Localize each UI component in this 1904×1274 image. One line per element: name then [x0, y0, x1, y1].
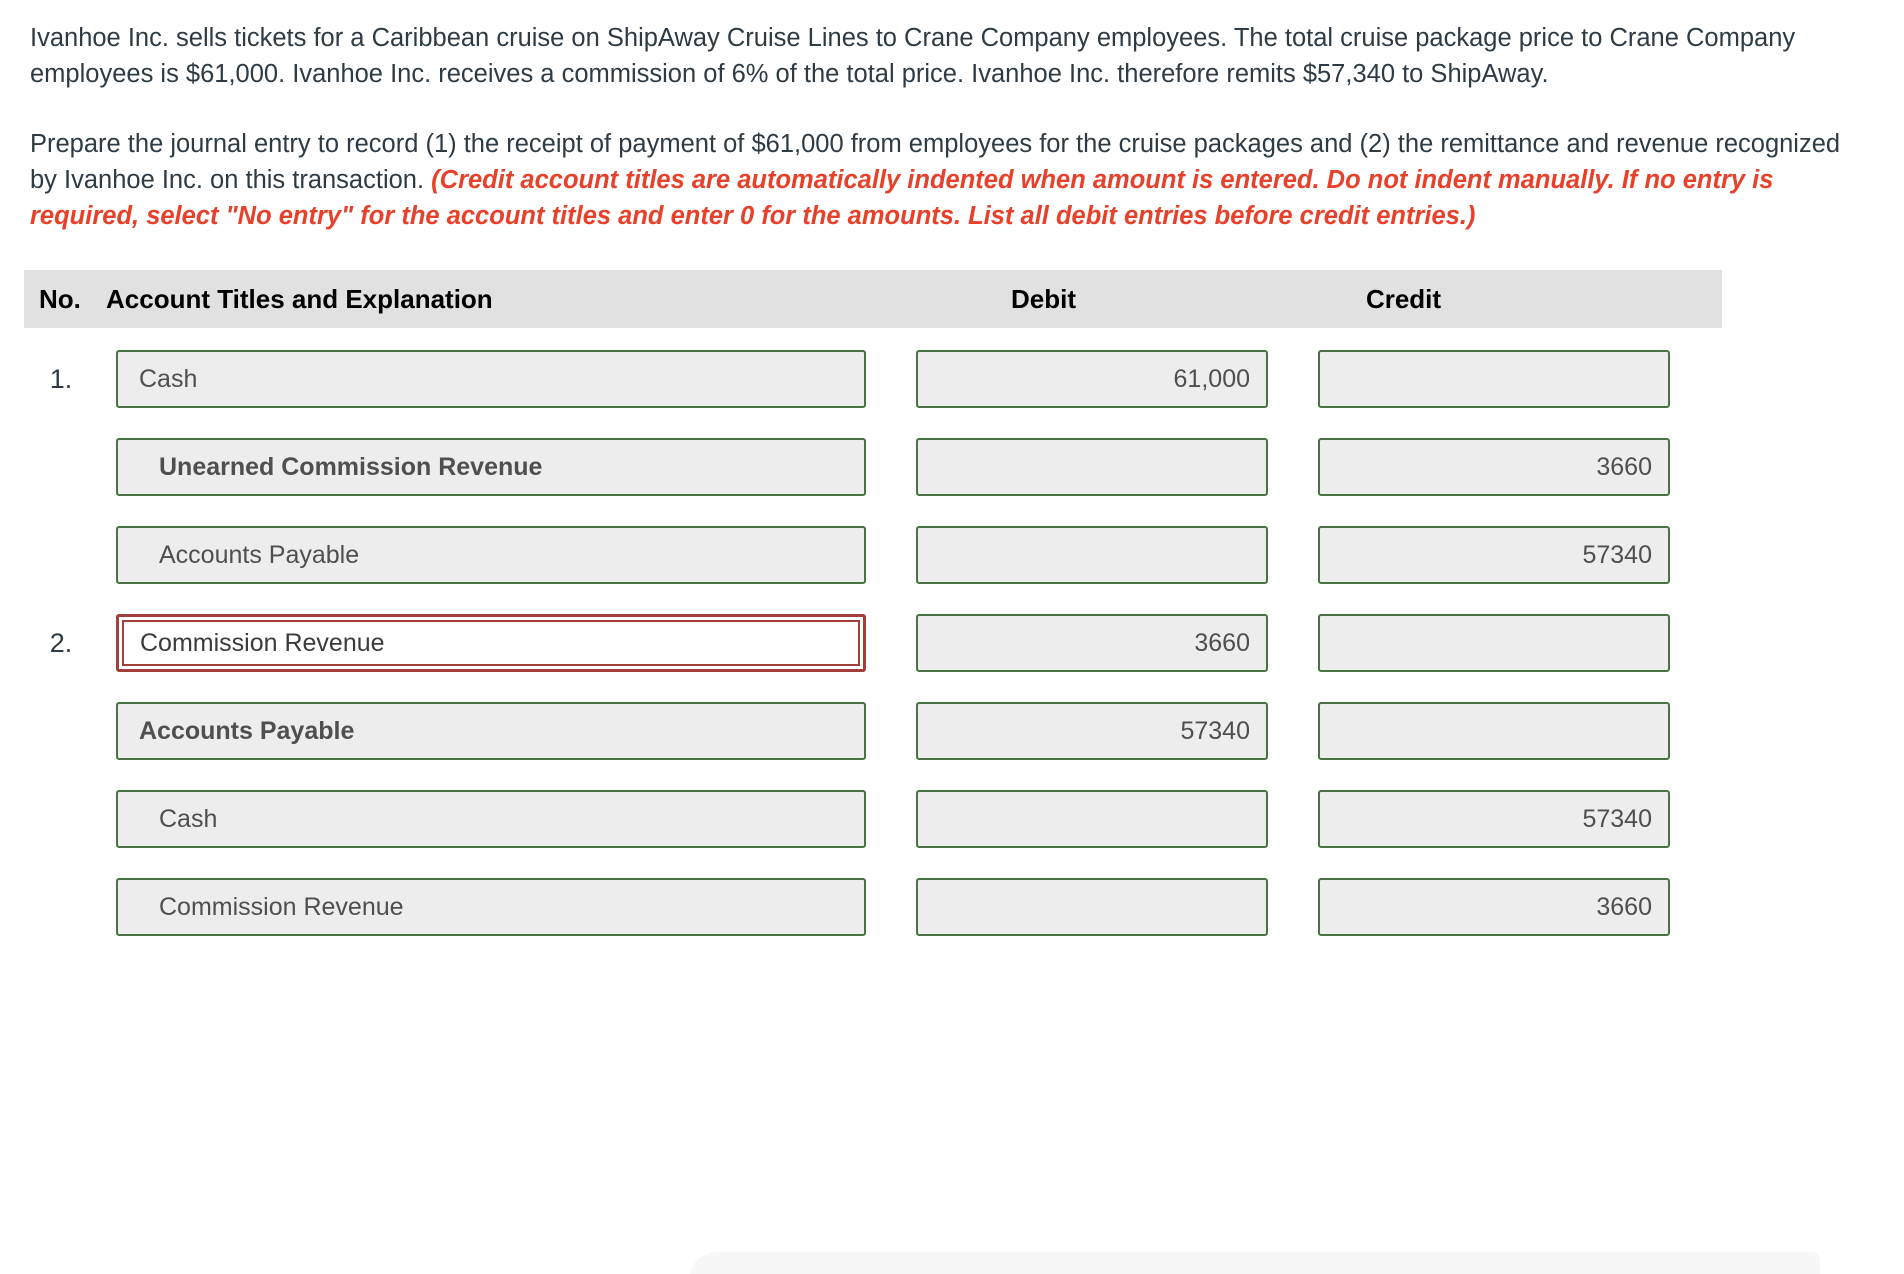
account-title-value: Accounts Payable — [139, 716, 355, 745]
account-title-value: Unearned Commission Revenue — [159, 452, 543, 481]
table-header-row: No. Account Titles and Explanation Debit… — [24, 270, 1722, 328]
bottom-panel-sliver — [690, 1252, 1820, 1274]
journal-entry-table: No. Account Titles and Explanation Debit… — [0, 270, 1904, 936]
credit-input[interactable] — [1318, 702, 1670, 760]
credit-value: 57340 — [1582, 540, 1652, 569]
credit-value: 3660 — [1596, 892, 1652, 921]
column-header-credit: Credit — [1365, 283, 1442, 314]
debit-input[interactable] — [916, 878, 1268, 936]
row-number: 2. — [49, 627, 73, 658]
table-row: 1. Cash 61,000 — [24, 350, 1904, 408]
account-title-select[interactable]: Cash — [116, 350, 866, 408]
credit-input[interactable]: 57340 — [1318, 526, 1670, 584]
account-title-select[interactable]: Unearned Commission Revenue — [116, 438, 866, 496]
account-title-select[interactable]: Accounts Payable — [116, 702, 866, 760]
account-title-value: Commission Revenue — [140, 628, 385, 657]
table-row: Unearned Commission Revenue 3660 — [24, 438, 1904, 496]
table-row: Accounts Payable 57340 — [24, 526, 1904, 584]
debit-input[interactable]: 61,000 — [916, 350, 1268, 408]
credit-input[interactable]: 57340 — [1318, 790, 1670, 848]
debit-input[interactable]: 3660 — [916, 614, 1268, 672]
account-title-value: Accounts Payable — [159, 540, 360, 569]
credit-input[interactable]: 3660 — [1318, 878, 1670, 936]
credit-input[interactable] — [1318, 614, 1670, 672]
table-row: Cash 57340 — [24, 790, 1904, 848]
problem-statement: Ivanhoe Inc. sells tickets for a Caribbe… — [0, 0, 1904, 234]
problem-paragraph-1: Ivanhoe Inc. sells tickets for a Caribbe… — [30, 24, 1796, 88]
column-header-account-titles: Account Titles and Explanation — [106, 283, 493, 314]
credit-input[interactable]: 3660 — [1318, 438, 1670, 496]
account-title-value: Commission Revenue — [159, 892, 404, 921]
credit-input[interactable] — [1318, 350, 1670, 408]
account-title-select[interactable]: Cash — [116, 790, 866, 848]
column-header-debit: Debit — [1011, 283, 1076, 314]
row-number: 1. — [49, 363, 73, 394]
debit-value: 3660 — [1194, 628, 1250, 657]
table-row: 2. Commission Revenue 3660 — [24, 614, 1904, 672]
debit-input[interactable] — [916, 790, 1268, 848]
problem-paragraph-2: Prepare the journal entry to record (1) … — [30, 126, 1862, 234]
debit-value: 61,000 — [1173, 364, 1250, 393]
credit-value: 3660 — [1596, 452, 1652, 481]
table-body: 1. Cash 61,000 Unearned Commission Revenue 3… — [24, 328, 1904, 936]
account-title-select[interactable]: Accounts Payable — [116, 526, 866, 584]
column-header-no: No. — [39, 283, 81, 314]
debit-value: 57340 — [1180, 716, 1250, 745]
account-title-select[interactable]: Commission Revenue — [116, 614, 866, 672]
credit-value: 57340 — [1582, 804, 1652, 833]
debit-input[interactable] — [916, 526, 1268, 584]
page-root: Ivanhoe Inc. sells tickets for a Caribbe… — [0, 0, 1904, 1274]
table-row: Commission Revenue 3660 — [24, 878, 1904, 936]
table-row: Accounts Payable 57340 — [24, 702, 1904, 760]
account-title-value: Cash — [159, 804, 218, 833]
account-title-value: Cash — [139, 364, 198, 393]
account-title-select[interactable]: Commission Revenue — [116, 878, 866, 936]
debit-input[interactable] — [916, 438, 1268, 496]
debit-input[interactable]: 57340 — [916, 702, 1268, 760]
